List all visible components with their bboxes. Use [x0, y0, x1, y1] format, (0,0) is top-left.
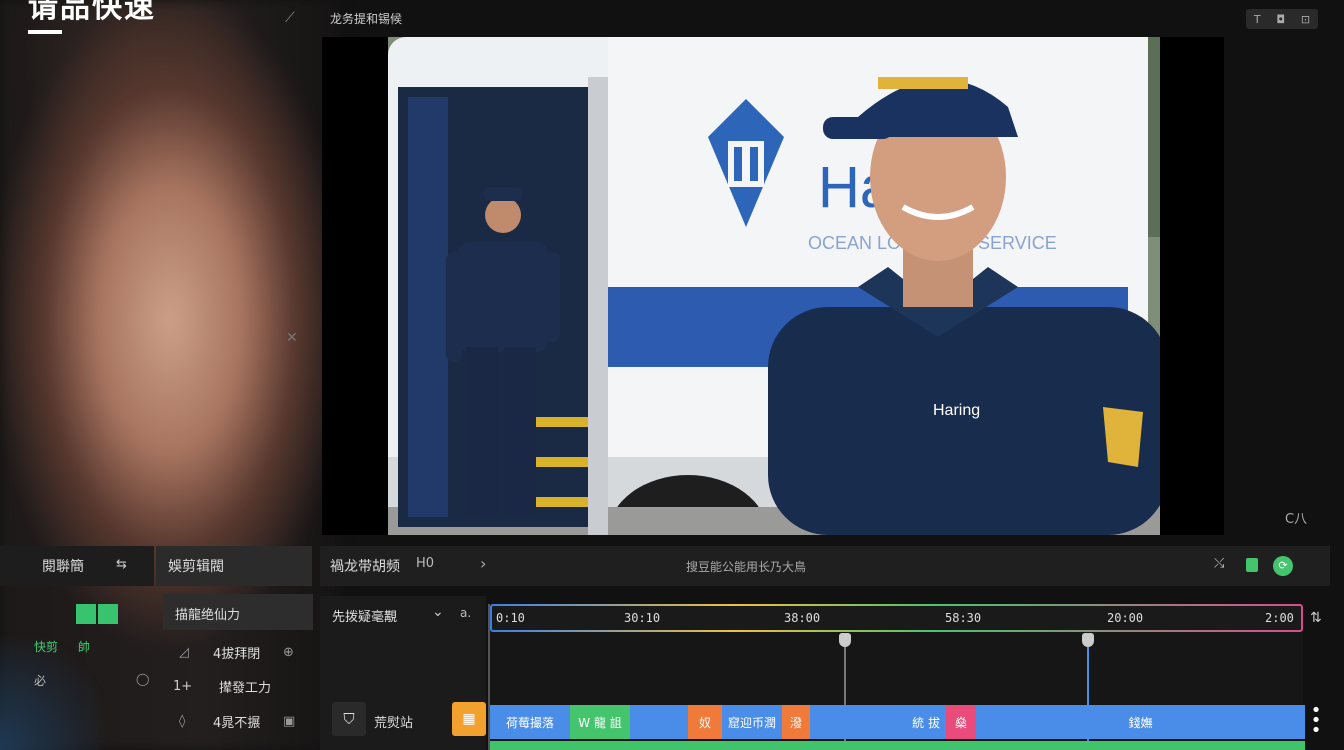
- track-effect-icon[interactable]: ▦: [452, 702, 486, 736]
- property-label: 4拔拜閉: [213, 646, 261, 662]
- more-options-icon[interactable]: • • •: [1310, 702, 1322, 740]
- clip[interactable]: 潑: [782, 705, 810, 739]
- swap-icon[interactable]: ⇆: [116, 557, 127, 572]
- clip[interactable]: 燊: [946, 705, 976, 739]
- title-underline: [28, 30, 62, 34]
- property-row[interactable]: ◊ 4晁不搌 ▣: [163, 705, 313, 737]
- property-row[interactable]: 1+ 撵發工力: [163, 670, 313, 702]
- left-panel-row[interactable]: 快剪: [34, 638, 58, 655]
- media-thumbnail[interactable]: [76, 604, 118, 624]
- property-row[interactable]: ◿ 4拔拜閉 ⊕: [163, 636, 313, 668]
- blurred-shirt: [0, 640, 100, 750]
- track-name: 荒熨站: [374, 716, 414, 731]
- audio-track[interactable]: [490, 741, 1305, 750]
- settings-icon[interactable]: ⟳: [1273, 556, 1293, 576]
- ruler-tick: 58:30: [945, 611, 982, 625]
- crop-tool-icon[interactable]: ⊡: [1301, 13, 1310, 26]
- clip-label: 錢嫵: [1128, 715, 1153, 730]
- tab-media-label: 閱聨簡: [42, 559, 84, 575]
- ruler-tick: 30:10: [624, 611, 661, 625]
- tab-editing-label: 娛剪辑閥: [168, 559, 224, 575]
- shield-icon[interactable]: ⛉: [332, 702, 366, 736]
- left-panel-row[interactable]: 必: [34, 672, 46, 689]
- frame-tool-icon[interactable]: ◘: [1276, 13, 1285, 26]
- text-tool-icon[interactable]: T: [1254, 13, 1261, 26]
- track-group-label: 先拨疑毫覯: [332, 610, 398, 625]
- clip[interactable]: 荷莓撮落: [490, 705, 570, 739]
- clip-label: 荷莓撮落: [505, 715, 554, 730]
- add-icon[interactable]: ⊕: [283, 645, 313, 660]
- export-icon[interactable]: [1246, 558, 1258, 572]
- clip-label: 潑: [789, 715, 802, 730]
- marker-handle[interactable]: [839, 633, 851, 647]
- clip-label: 奴: [698, 715, 711, 730]
- property-label: 撵發工力: [219, 680, 272, 696]
- snap-icon[interactable]: a.: [460, 606, 471, 620]
- ruler-adjust-icon[interactable]: ⇅: [1310, 610, 1322, 626]
- timeline-header: 禍龙带胡频 H0 › 搜豆能公能用长乃大鳥 ⤯ ⟳: [320, 546, 1330, 586]
- property-icon: 1+: [173, 678, 193, 694]
- viewer-corner-label: C八: [1285, 512, 1308, 527]
- share-icon[interactable]: ⤯: [1214, 556, 1224, 571]
- clip-label: 燊: [954, 715, 967, 730]
- clip-label: 窟迎币潤: [727, 715, 776, 730]
- clip[interactable]: 錢嫵: [976, 705, 1305, 739]
- properties-header-label: 描龍绝仙力: [175, 608, 241, 623]
- clip[interactable]: 統 拔: [810, 705, 946, 739]
- left-panel-row[interactable]: 帥: [78, 638, 90, 655]
- ruler-tick: 38:00: [784, 611, 821, 625]
- time-ruler[interactable]: [490, 604, 1303, 632]
- circle-icon[interactable]: ◯: [136, 672, 149, 686]
- ruler-tick: 0:10: [496, 611, 525, 625]
- preview-title: 龙务提和锡候: [330, 12, 403, 26]
- tab-editing[interactable]: 娛剪辑閥: [156, 546, 312, 586]
- playhead-handle[interactable]: [1082, 633, 1094, 647]
- clip[interactable]: 奴: [688, 705, 722, 739]
- property-icon: ◊: [179, 713, 186, 729]
- clip-label: 統 拔: [912, 715, 940, 730]
- property-label: 4晁不搌: [213, 715, 261, 731]
- box-icon[interactable]: ▣: [283, 714, 313, 729]
- svg-text:Haring: Haring: [933, 402, 980, 419]
- pin-icon[interactable]: ⟋: [285, 10, 295, 26]
- clip-label: W 龍 詛: [578, 715, 622, 730]
- video-frame: Haring OCEAN LOGISTICS SERVICE Haring: [388, 37, 1160, 535]
- property-icon: ◿: [179, 644, 189, 660]
- overlay-title: 请品快速: [28, 0, 156, 25]
- tab-media[interactable]: 閱聨簡 ⇆: [0, 546, 154, 586]
- preview-toolbar[interactable]: T ◘ ⊡: [1246, 9, 1318, 29]
- clip[interactable]: [630, 705, 688, 739]
- timeline-badge[interactable]: H0: [416, 556, 434, 571]
- ruler-tick: 2:00: [1265, 611, 1294, 625]
- timeline-status: 搜豆能公能用长乃大鳥: [686, 560, 807, 574]
- close-icon[interactable]: ✕: [286, 330, 298, 346]
- chevron-right-icon[interactable]: ›: [480, 554, 486, 573]
- delivery-worker-scene: Haring OCEAN LOGISTICS SERVICE Haring: [388, 37, 1160, 535]
- clip[interactable]: 窟迎币潤: [722, 705, 782, 739]
- timeline-title: 禍龙带胡频: [330, 559, 400, 575]
- clip[interactable]: W 龍 詛: [570, 705, 630, 739]
- ruler-tick: 20:00: [1107, 611, 1144, 625]
- chevron-down-icon[interactable]: ⌄: [432, 604, 444, 620]
- properties-header: 描龍绝仙力: [163, 594, 313, 630]
